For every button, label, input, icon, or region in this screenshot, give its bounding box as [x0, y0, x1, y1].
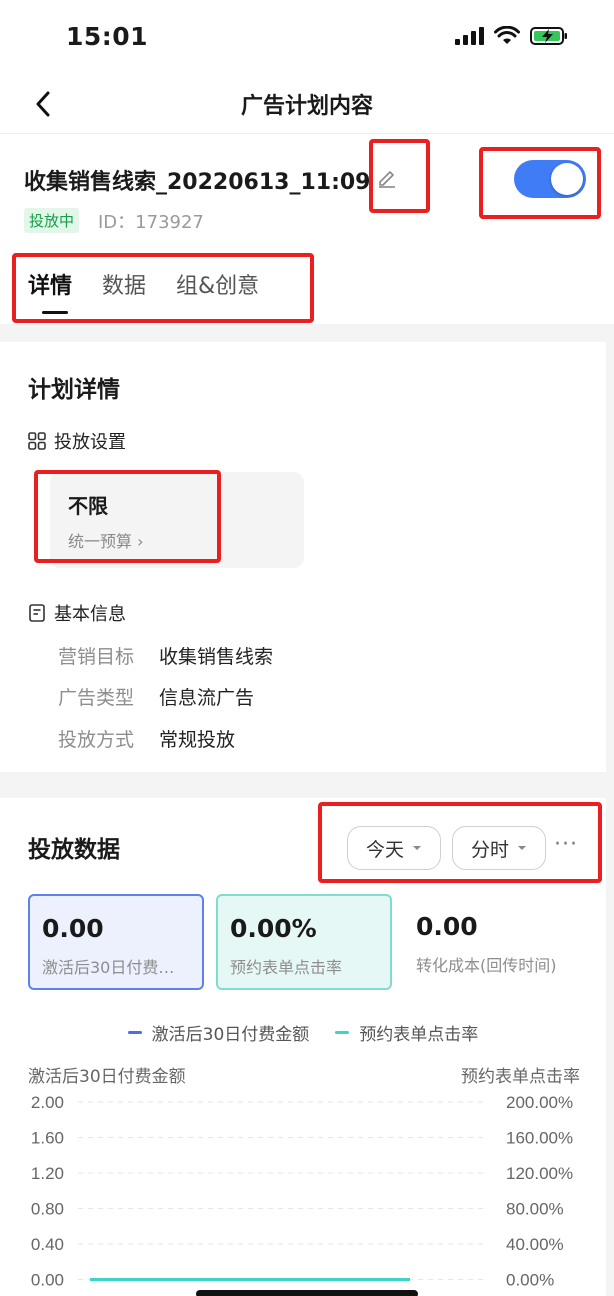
- signal-icon: [455, 27, 484, 45]
- tab-data-label: 数据: [102, 274, 147, 299]
- right-tick-label: 40.00%: [506, 1235, 564, 1254]
- left-tick-label: 1.20: [31, 1164, 64, 1183]
- right-tick-label: 120.00%: [506, 1164, 573, 1183]
- legend-item-payment[interactable]: 激活后30日付费金额: [127, 1020, 310, 1045]
- metric-value: 0.00%: [230, 914, 317, 943]
- metric-label: 激活后30日付费…: [42, 958, 175, 977]
- legend-label: 激活后30日付费金额: [151, 1025, 310, 1045]
- nav-bar: 广告计划内容: [0, 74, 614, 134]
- caret-down-icon: [413, 846, 421, 850]
- wifi-icon: [494, 26, 520, 44]
- tab-data[interactable]: 数据: [102, 268, 146, 314]
- plan-header: 收集销售线索_20220613_11:09 投放中 ID：173927 详情 数…: [0, 134, 614, 324]
- tab-groups-creatives[interactable]: 组&创意: [176, 268, 259, 314]
- toggle-knob: [551, 163, 583, 195]
- grid-icon: [28, 432, 46, 450]
- left-tick-label: 0.80: [31, 1200, 64, 1219]
- delivery-settings-heading: 投放设置: [28, 428, 126, 454]
- budget-card[interactable]: 不限 统一预算 ›: [50, 472, 304, 568]
- right-tick-label: 200.00%: [506, 1093, 573, 1112]
- granularity-label: 分时: [470, 838, 509, 861]
- right-tick-label: 0.00%: [506, 1271, 554, 1289]
- document-icon: [29, 604, 45, 622]
- metric-value: 0.00: [416, 912, 478, 941]
- caret-down-icon: [518, 846, 526, 850]
- legend-swatch: [127, 1031, 142, 1034]
- chart-legend: 激活后30日付费金额 预约表单点击率: [0, 1020, 606, 1045]
- plan-id-value: 173927: [135, 212, 204, 233]
- info-label: 营销目标: [58, 646, 135, 668]
- legend-swatch: [335, 1031, 350, 1034]
- metric-card-payment[interactable]: 0.00 激活后30日付费…: [28, 894, 204, 990]
- metric-label: 转化成本(回传时间): [416, 956, 557, 975]
- delivery-data-title: 投放数据: [28, 837, 120, 863]
- info-value: 信息流广告: [159, 687, 255, 709]
- right-tick-label: 160.00%: [506, 1129, 573, 1148]
- plan-name: 收集销售线索_20220613_11:09: [24, 170, 371, 195]
- info-row-delivery-method: 投放方式 常规投放: [58, 725, 235, 752]
- date-range-label: 今天: [365, 838, 404, 861]
- legend-label: 预约表单点击率: [359, 1025, 479, 1045]
- budget-link[interactable]: 统一预算 ›: [68, 528, 144, 552]
- left-tick-label: 0.40: [31, 1235, 64, 1254]
- left-tick-label: 0.00: [31, 1271, 64, 1289]
- line-chart: 2.00 200.00% 1.60 160.00% 1.20 120.00% 0.80 80.…: [31, 1093, 573, 1289]
- battery-charging-icon: [530, 27, 567, 45]
- plan-enable-toggle[interactable]: [514, 160, 586, 198]
- tab-details-label: 详情: [28, 274, 73, 299]
- plan-details-card: 计划详情 投放设置 不限 统一预算 › 基本信息 营销目标 收集销售线索 广告类…: [0, 342, 606, 772]
- section-divider: [0, 324, 614, 342]
- delivery-settings-label: 投放设置: [54, 432, 126, 453]
- plan-id-label: ID：: [98, 212, 136, 233]
- metric-label: 预约表单点击率: [230, 958, 343, 977]
- info-row-ad-type: 广告类型 信息流广告: [58, 683, 254, 710]
- basic-info-label: 基本信息: [54, 604, 126, 625]
- right-axis-title: 预约表单点击率: [461, 1067, 580, 1087]
- status-icons: [454, 26, 568, 46]
- legend-item-form-click-rate[interactable]: 预约表单点击率: [335, 1020, 478, 1045]
- plan-details-title: 计划详情: [28, 377, 120, 403]
- plan-id: ID：173927: [98, 208, 204, 234]
- metric-value: 0.00: [42, 914, 104, 943]
- metric-card-form-click-rate[interactable]: 0.00% 预约表单点击率: [216, 894, 392, 990]
- budget-value: 不限: [68, 494, 108, 518]
- basic-info-heading: 基本信息: [28, 600, 126, 626]
- more-button[interactable]: ···: [554, 832, 578, 857]
- tab-bar: 详情 数据 组&创意: [28, 268, 259, 314]
- left-tick-label: 1.60: [31, 1129, 64, 1148]
- left-tick-label: 2.00: [31, 1093, 64, 1112]
- info-label: 广告类型: [58, 687, 135, 709]
- right-gutter: [606, 342, 614, 1296]
- left-axis-title: 激活后30日付费金额: [28, 1067, 186, 1087]
- right-tick-label: 80.00%: [506, 1200, 564, 1219]
- status-badge: 投放中: [24, 208, 80, 233]
- delivery-data-card: 投放数据 今天 分时 ··· 0.00 激活后30日付费… 0.00% 预约表单…: [0, 798, 606, 1296]
- home-indicator: [196, 1290, 418, 1296]
- info-value: 收集销售线索: [159, 646, 274, 668]
- edit-icon[interactable]: [376, 166, 398, 188]
- info-row-marketing-goal: 营销目标 收集销售线索: [58, 642, 273, 669]
- tab-active-indicator: [42, 311, 68, 314]
- info-label: 投放方式: [58, 729, 135, 751]
- tab-groups-creatives-label: 组&创意: [176, 274, 260, 299]
- granularity-dropdown[interactable]: 分时: [452, 826, 546, 870]
- status-bar: 15:01: [0, 0, 614, 74]
- date-range-dropdown[interactable]: 今天: [347, 826, 441, 870]
- status-time: 15:01: [66, 22, 149, 51]
- metric-card-conversion-cost[interactable]: 0.00 转化成本(回传时间): [404, 894, 594, 990]
- info-value: 常规投放: [159, 729, 236, 751]
- section-divider: [0, 772, 614, 798]
- page-title: 广告计划内容: [240, 94, 373, 119]
- tab-details[interactable]: 详情: [28, 268, 72, 314]
